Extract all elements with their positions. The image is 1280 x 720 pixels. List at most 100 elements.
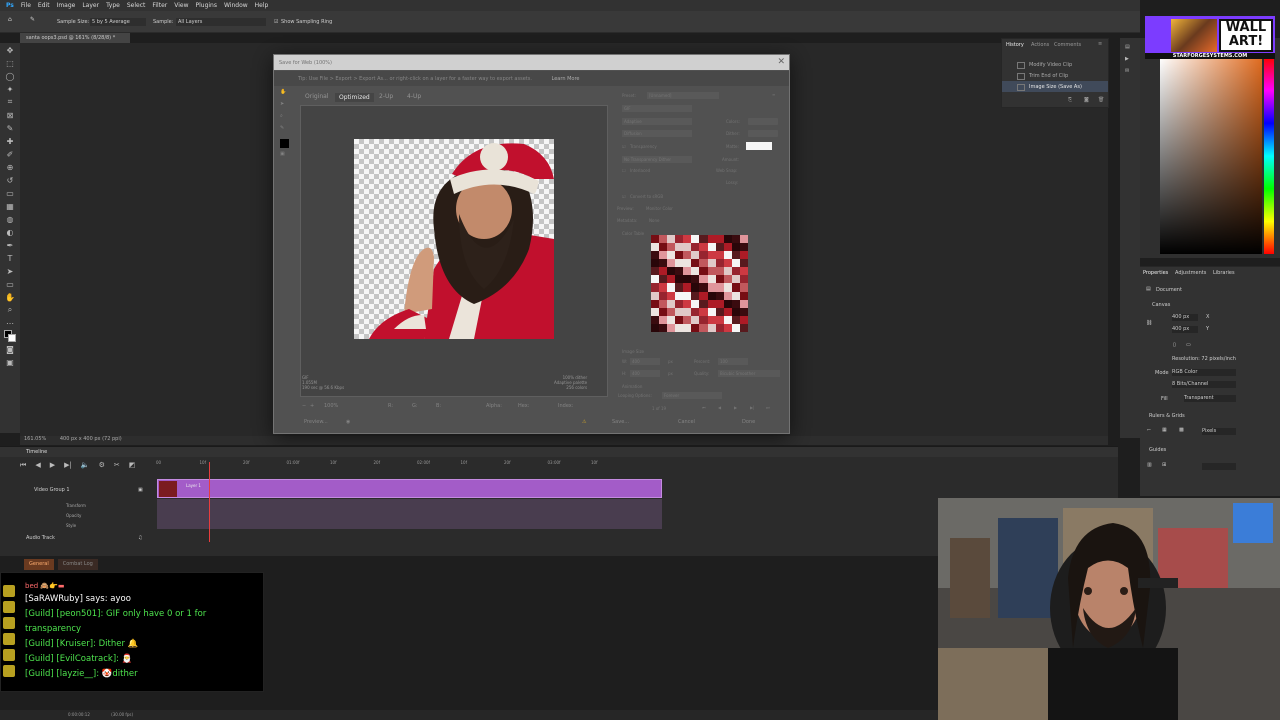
canvas-width-field[interactable]: 400 px bbox=[1172, 314, 1198, 321]
color-table-swatch[interactable] bbox=[715, 275, 724, 284]
chat-menu-icon[interactable] bbox=[3, 585, 15, 597]
color-table-swatch[interactable] bbox=[699, 307, 708, 316]
color-table-swatch[interactable] bbox=[731, 315, 740, 324]
color-table-swatch[interactable] bbox=[667, 323, 676, 332]
units-select[interactable]: Pixels bbox=[1202, 428, 1236, 435]
color-table-swatch[interactable] bbox=[675, 259, 684, 268]
color-table-swatch[interactable] bbox=[691, 243, 700, 252]
color-table-swatch[interactable] bbox=[659, 235, 668, 244]
color-table-swatch[interactable] bbox=[659, 243, 668, 252]
tab-properties[interactable]: Properties bbox=[1143, 270, 1168, 276]
settings-gear-icon[interactable]: ⚙ bbox=[99, 461, 105, 470]
color-table-swatch[interactable] bbox=[707, 307, 716, 316]
show-sampling-ring-checkbox[interactable]: ☑ bbox=[274, 19, 278, 25]
color-table-swatch[interactable] bbox=[723, 307, 732, 316]
preview-select[interactable]: Monitor Color bbox=[644, 205, 774, 212]
healing-tool-icon[interactable]: ✚ bbox=[4, 135, 16, 147]
color-table-swatch[interactable] bbox=[723, 299, 732, 308]
color-table-swatch[interactable] bbox=[651, 259, 660, 268]
zoom-out-icon[interactable]: − bbox=[302, 403, 306, 409]
color-table-swatch[interactable] bbox=[651, 323, 660, 332]
history-brush-tool-icon[interactable]: ↺ bbox=[4, 174, 16, 186]
zoom-icon[interactable]: ⌕ bbox=[280, 113, 294, 125]
color-table-swatch[interactable] bbox=[691, 283, 700, 292]
color-table[interactable] bbox=[651, 235, 748, 332]
color-table-swatch[interactable] bbox=[675, 323, 684, 332]
tab-libraries[interactable]: Libraries bbox=[1213, 270, 1235, 276]
canvas-height-field[interactable]: 400 px bbox=[1172, 326, 1198, 333]
landscape-icon[interactable]: ▭ bbox=[1186, 342, 1191, 348]
color-table-swatch[interactable] bbox=[699, 323, 708, 332]
chat-tab-combat-log[interactable]: Combat Log bbox=[57, 559, 98, 570]
pen-tool-icon[interactable]: ✒ bbox=[4, 239, 16, 251]
color-table-swatch[interactable] bbox=[691, 315, 700, 324]
color-table-swatch[interactable] bbox=[715, 283, 724, 292]
zoom-in-icon[interactable]: + bbox=[310, 403, 314, 409]
color-table-swatch[interactable] bbox=[731, 299, 740, 308]
play-icon[interactable]: ▶ bbox=[50, 461, 55, 470]
menu-image[interactable]: Image bbox=[57, 2, 76, 9]
color-table-swatch[interactable] bbox=[651, 299, 660, 308]
color-table-swatch[interactable] bbox=[651, 315, 660, 324]
eyedropper-icon[interactable]: ✎ bbox=[30, 16, 35, 23]
color-table-swatch[interactable] bbox=[651, 251, 660, 260]
trans-dither-select[interactable]: No Transparency Dither bbox=[622, 156, 692, 163]
color-table-swatch[interactable] bbox=[739, 235, 748, 244]
color-table-swatch[interactable] bbox=[715, 251, 724, 260]
video-clip[interactable]: Layer 1 bbox=[157, 479, 662, 498]
color-table-swatch[interactable] bbox=[683, 323, 692, 332]
color-table-swatch[interactable] bbox=[651, 283, 660, 292]
reduction-select[interactable]: Adaptive bbox=[622, 118, 692, 125]
eraser-tool-icon[interactable]: ▭ bbox=[4, 187, 16, 199]
color-table-swatch[interactable] bbox=[659, 315, 668, 324]
color-table-swatch[interactable] bbox=[739, 323, 748, 332]
tab-2-up[interactable]: 2-Up bbox=[379, 93, 393, 100]
pixel-grid-icon[interactable]: ▩ bbox=[1179, 427, 1184, 433]
color-table-swatch[interactable] bbox=[675, 299, 684, 308]
done-button[interactable]: Done bbox=[742, 419, 755, 425]
color-table-swatch[interactable] bbox=[707, 291, 716, 300]
settings-menu-icon[interactable]: ≡ bbox=[772, 92, 775, 97]
color-table-swatch[interactable] bbox=[675, 235, 684, 244]
color-table-swatch[interactable] bbox=[667, 299, 676, 308]
color-table-swatch[interactable] bbox=[683, 299, 692, 308]
fill-select[interactable]: Transparent bbox=[1184, 395, 1236, 402]
color-table-swatch[interactable] bbox=[667, 243, 676, 252]
tab-actions[interactable]: Actions bbox=[1031, 42, 1049, 48]
color-table-swatch[interactable] bbox=[683, 267, 692, 276]
color-table-swatch[interactable] bbox=[707, 235, 716, 244]
home-icon[interactable]: ⌂ bbox=[8, 16, 12, 23]
color-table-swatch[interactable] bbox=[707, 323, 716, 332]
menu-select[interactable]: Select bbox=[127, 2, 146, 9]
preset-select[interactable]: [Unnamed] bbox=[647, 92, 719, 99]
metadata-select[interactable]: None bbox=[647, 217, 777, 224]
portrait-icon[interactable]: ▯ bbox=[1173, 342, 1176, 348]
format-select[interactable]: GIF bbox=[622, 105, 692, 112]
menu-type[interactable]: Type bbox=[106, 2, 120, 9]
colors-field[interactable] bbox=[748, 118, 778, 125]
color-table-swatch[interactable] bbox=[667, 275, 676, 284]
color-table-swatch[interactable] bbox=[731, 275, 740, 284]
color-table-swatch[interactable] bbox=[739, 275, 748, 284]
learn-more-link[interactable]: Learn More bbox=[552, 76, 580, 82]
quick-mask-icon[interactable]: ◙ bbox=[4, 343, 16, 355]
guide-lock-icon[interactable]: ⊞ bbox=[1162, 462, 1166, 468]
color-table-swatch[interactable] bbox=[667, 251, 676, 260]
color-table-swatch[interactable] bbox=[739, 283, 748, 292]
color-table-swatch[interactable] bbox=[651, 267, 660, 276]
dodge-tool-icon[interactable]: ◐ bbox=[4, 226, 16, 238]
lasso-tool-icon[interactable]: ◯ bbox=[4, 70, 16, 82]
color-table-swatch[interactable] bbox=[715, 291, 724, 300]
color-table-swatch[interactable] bbox=[739, 291, 748, 300]
color-table-swatch[interactable] bbox=[651, 243, 660, 252]
color-table-swatch[interactable] bbox=[667, 307, 676, 316]
tab-optimized[interactable]: Optimized bbox=[335, 93, 374, 102]
color-table-swatch[interactable] bbox=[731, 259, 740, 268]
browser-icon[interactable]: ◉ bbox=[346, 419, 350, 425]
color-table-swatch[interactable] bbox=[723, 323, 732, 332]
transparency-checkbox[interactable]: ☑ bbox=[622, 144, 626, 149]
tab-history[interactable]: History bbox=[1006, 42, 1024, 48]
color-table-swatch[interactable] bbox=[675, 251, 684, 260]
color-table-swatch[interactable] bbox=[675, 307, 684, 316]
width-field[interactable]: 400 bbox=[630, 358, 660, 365]
